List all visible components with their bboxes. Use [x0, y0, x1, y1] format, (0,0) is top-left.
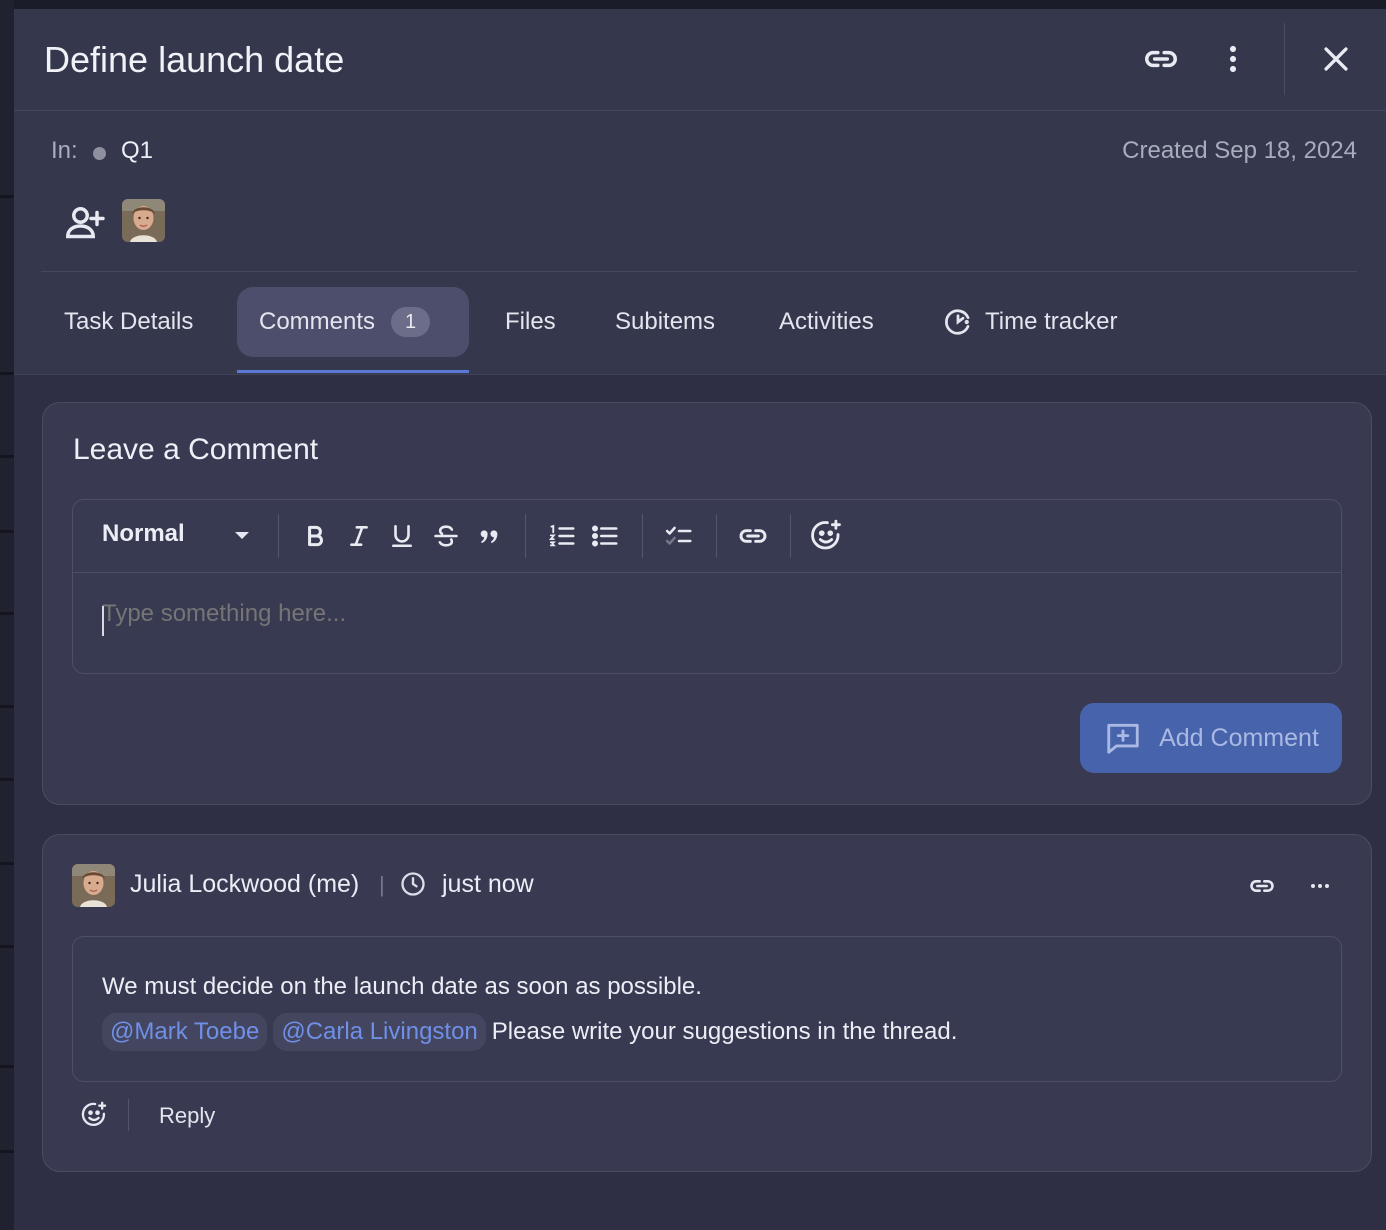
comment-author-avatar[interactable] [72, 864, 115, 907]
comment-text-line: We must decide on the launch date as soo… [102, 973, 702, 1000]
group-link[interactable]: Q1 [121, 137, 153, 165]
meta-divider [41, 271, 1357, 272]
italic-icon [350, 526, 368, 546]
header-divider [1284, 23, 1285, 95]
bold-button[interactable] [297, 518, 333, 554]
bold-icon [308, 525, 323, 547]
comment-more-button[interactable] [1306, 872, 1334, 900]
comment-timestamp: just now [442, 870, 534, 898]
text-format-value: Normal [102, 520, 185, 547]
more-options-button[interactable] [1213, 39, 1253, 79]
meta-separator: | [379, 872, 385, 897]
in-label: In: [51, 137, 78, 164]
ordered-list-icon [548, 524, 575, 547]
toolbar-divider [525, 514, 526, 558]
time-tracker-icon [943, 307, 973, 337]
tab-time-tracker[interactable]: Time tracker [943, 287, 1117, 357]
checklist-button[interactable] [661, 518, 697, 554]
link-icon [1250, 880, 1274, 892]
task-panel: Define launch date In: Q1 Created Sep 18… [14, 9, 1386, 1230]
tab-comments[interactable]: Comments 1 [237, 287, 469, 357]
footer-divider [128, 1099, 129, 1131]
more-horizontal-icon [1311, 884, 1329, 888]
comments-count-badge: 1 [391, 307, 431, 337]
active-tab-indicator [237, 370, 469, 373]
quote-button[interactable] [471, 518, 507, 554]
underline-button[interactable] [384, 518, 420, 554]
avatar-icon [122, 199, 165, 242]
panel-header: Define launch date [14, 9, 1386, 111]
checklist-icon [665, 526, 692, 545]
comment-editor: Normal [72, 499, 1342, 674]
tab-activities[interactable]: Activities [779, 287, 874, 357]
toolbar-divider [716, 514, 717, 558]
comment-text-line: @Mark Toebe @Carla Livingston Please wri… [102, 1013, 957, 1051]
add-reaction-button[interactable] [80, 1101, 108, 1129]
underline-icon [392, 524, 412, 548]
add-assignee-button[interactable] [64, 203, 106, 243]
tab-subitems[interactable]: Subitems [615, 287, 715, 357]
task-title[interactable]: Define launch date [44, 39, 344, 81]
copy-comment-link-button[interactable] [1248, 872, 1276, 900]
bullet-list-button[interactable] [587, 518, 623, 554]
copy-link-button[interactable] [1141, 39, 1181, 79]
group-color-dot [93, 147, 106, 160]
mention-mark-toebe[interactable]: @Mark Toebe [102, 1013, 268, 1051]
toolbar-divider [278, 514, 279, 558]
clock-icon [399, 870, 427, 898]
close-icon [1324, 47, 1348, 71]
bullet-list-icon [591, 525, 618, 547]
tab-label: Task Details [64, 308, 194, 335]
strikethrough-button[interactable] [428, 518, 464, 554]
text-format-select[interactable]: Normal [102, 520, 185, 548]
chevron-down-icon[interactable] [235, 532, 249, 539]
tab-label: Time tracker [985, 308, 1118, 335]
tab-label: Comments [259, 308, 376, 335]
emoji-add-icon [811, 519, 841, 550]
tab-label: Activities [779, 308, 874, 335]
tab-label: Subitems [615, 308, 716, 335]
strikethrough-icon [434, 525, 458, 547]
comment-author-name[interactable]: Julia Lockwood (me) [130, 870, 359, 899]
comment-body: We must decide on the launch date as soo… [72, 936, 1342, 1082]
add-comment-button[interactable]: Add Comment [1080, 703, 1342, 773]
comment-text-rest: Please write your suggestions in the thr… [491, 1018, 958, 1045]
avatar-icon [72, 864, 115, 907]
tab-label: Files [505, 308, 556, 335]
tab-files[interactable]: Files [505, 287, 556, 357]
comment-item: Julia Lockwood (me) | just now We must d… [42, 834, 1372, 1172]
italic-button[interactable] [341, 518, 377, 554]
comment-composer: Leave a Comment Normal Type something he… [42, 402, 1372, 805]
add-comment-label: Add Comment [1159, 723, 1319, 752]
assignee-avatar[interactable] [122, 199, 165, 242]
insert-link-button[interactable] [735, 518, 771, 554]
composer-title: Leave a Comment [73, 433, 319, 466]
emoji-button[interactable] [808, 518, 844, 554]
comment-input[interactable] [102, 600, 1302, 628]
link-icon [1145, 50, 1177, 68]
more-vertical-icon [1229, 45, 1237, 73]
add-comment-icon [1107, 723, 1139, 754]
background-strip [0, 0, 14, 1230]
editor-toolbar: Normal [73, 500, 1341, 573]
text-cursor [102, 606, 104, 636]
tab-task-details[interactable]: Task Details [64, 287, 193, 357]
ordered-list-button[interactable] [544, 518, 580, 554]
toolbar-divider [642, 514, 643, 558]
close-button[interactable] [1316, 39, 1356, 79]
emoji-add-icon [81, 1101, 107, 1127]
toolbar-divider [790, 514, 791, 558]
task-meta: In: Q1 Created Sep 18, 2024 Task Details [14, 111, 1386, 375]
add-user-icon [66, 207, 105, 239]
mention-carla-livingston[interactable]: @Carla Livingston [273, 1013, 486, 1051]
quote-icon [480, 530, 498, 544]
created-date: Created Sep 18, 2024 [1122, 137, 1357, 164]
link-icon [739, 529, 767, 543]
reply-button[interactable]: Reply [159, 1103, 215, 1129]
